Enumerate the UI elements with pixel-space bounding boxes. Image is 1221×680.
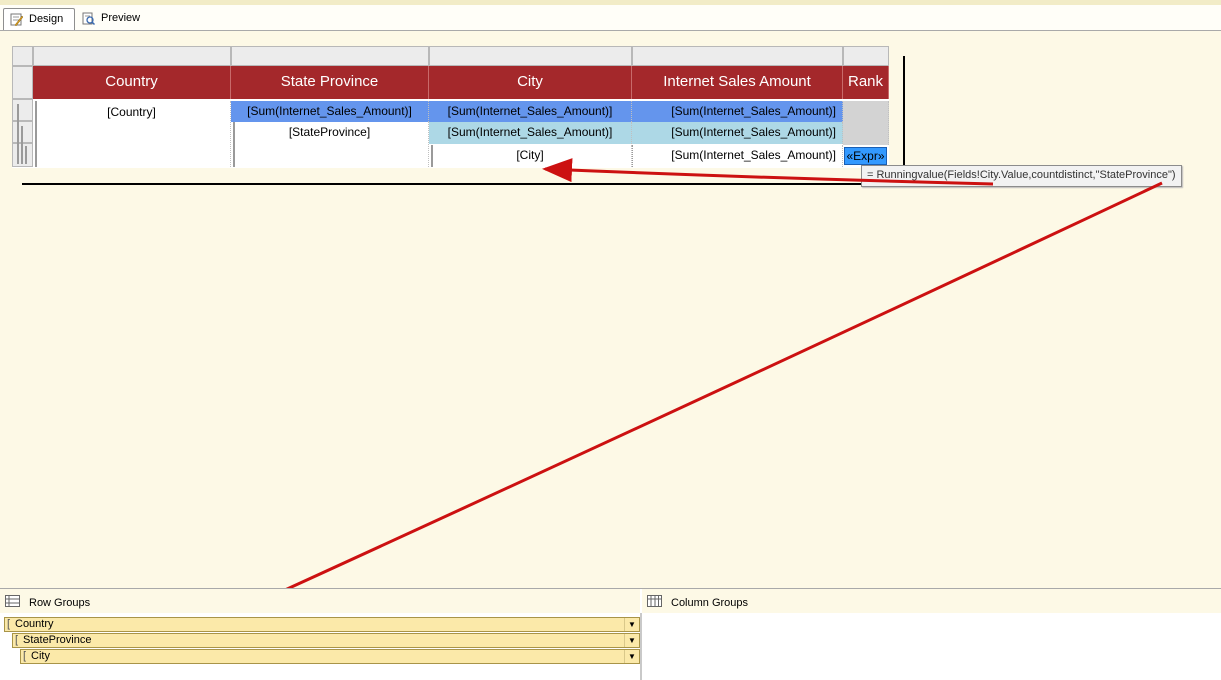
column-handle[interactable] [231, 46, 429, 66]
cell-rank-total[interactable] [843, 101, 889, 145]
tablix-corner-handle[interactable] [12, 46, 33, 66]
cell-state-total[interactable]: [Sum(Internet_Sales_Amount)] [231, 101, 429, 122]
tab-design[interactable]: Design [3, 8, 75, 30]
cell-state-province-field[interactable]: [StateProvince] [231, 122, 429, 167]
column-groups-title: Column Groups [671, 597, 749, 609]
row-group-stateprovince[interactable]: [ StateProvince ▼ [12, 633, 640, 648]
tablix[interactable]: Country State Province City Internet Sal… [12, 46, 889, 168]
grouping-pane: Row Groups Column Groups [ Country ▼ [ S… [0, 588, 1221, 680]
preview-icon [82, 12, 95, 25]
group-bracket-icon: [ [15, 634, 19, 646]
tab-bar: Design Preview [0, 5, 1221, 31]
cell-country-field[interactable]: [Country] [33, 101, 231, 167]
cell-city-total[interactable]: [Sum(Internet_Sales_Amount)] [429, 101, 632, 122]
group-bracket-icon: [ [23, 650, 27, 662]
row-group-city[interactable]: [ City ▼ [20, 649, 640, 664]
group-bracket [21, 126, 23, 164]
chevron-down-icon[interactable]: ▼ [624, 634, 639, 647]
cell-sales-total[interactable]: [Sum(Internet_Sales_Amount)] [632, 101, 843, 122]
cell-rank-expression[interactable]: «Expr» [844, 147, 887, 165]
column-groups-header: Column Groups [642, 589, 1221, 613]
cell-group-marker [233, 122, 235, 167]
row-group-country[interactable]: [ Country ▼ [4, 617, 640, 632]
row-handle[interactable] [12, 99, 33, 121]
cell-group-marker [431, 145, 433, 167]
chevron-down-icon[interactable]: ▼ [624, 650, 639, 663]
tab-design-label: Design [29, 13, 64, 25]
column-handle[interactable] [632, 46, 843, 66]
chevron-down-icon[interactable]: ▼ [624, 618, 639, 631]
row-handle[interactable] [12, 66, 33, 99]
panel-divider [640, 613, 642, 680]
tab-preview[interactable]: Preview [76, 8, 146, 29]
column-handle[interactable] [429, 46, 632, 66]
row-groups-icon [5, 595, 20, 607]
header-internet-sales-amount[interactable]: Internet Sales Amount [632, 66, 843, 99]
row-group-label: StateProvince [23, 634, 92, 646]
expression-tooltip: = Runningvalue(Fields!City.Value,countdi… [861, 165, 1182, 187]
column-handle[interactable] [33, 46, 231, 66]
header-country[interactable]: Country [33, 66, 231, 99]
header-city[interactable]: City [429, 66, 632, 99]
row-group-label: City [31, 650, 50, 662]
group-bracket [17, 104, 19, 164]
group-bracket [25, 146, 27, 164]
group-bracket-icon: [ [7, 618, 11, 630]
header-rank[interactable]: Rank [843, 66, 889, 99]
row-group-label: Country [15, 618, 54, 630]
cell-sales-subtotal[interactable]: [Sum(Internet_Sales_Amount)] [632, 122, 843, 144]
cell-group-marker [35, 101, 37, 167]
column-handle[interactable] [843, 46, 889, 66]
cell-sales-detail[interactable]: [Sum(Internet_Sales_Amount)] [632, 145, 843, 167]
cell-city-field[interactable]: [City] [429, 145, 632, 167]
row-groups-header: Row Groups [0, 589, 640, 613]
cell-city-subtotal[interactable]: [Sum(Internet_Sales_Amount)] [429, 122, 632, 144]
column-groups-icon [647, 595, 662, 607]
tab-preview-label: Preview [101, 12, 141, 24]
design-icon [10, 13, 23, 26]
header-state-province[interactable]: State Province [231, 66, 429, 99]
row-groups-title: Row Groups [29, 597, 91, 609]
